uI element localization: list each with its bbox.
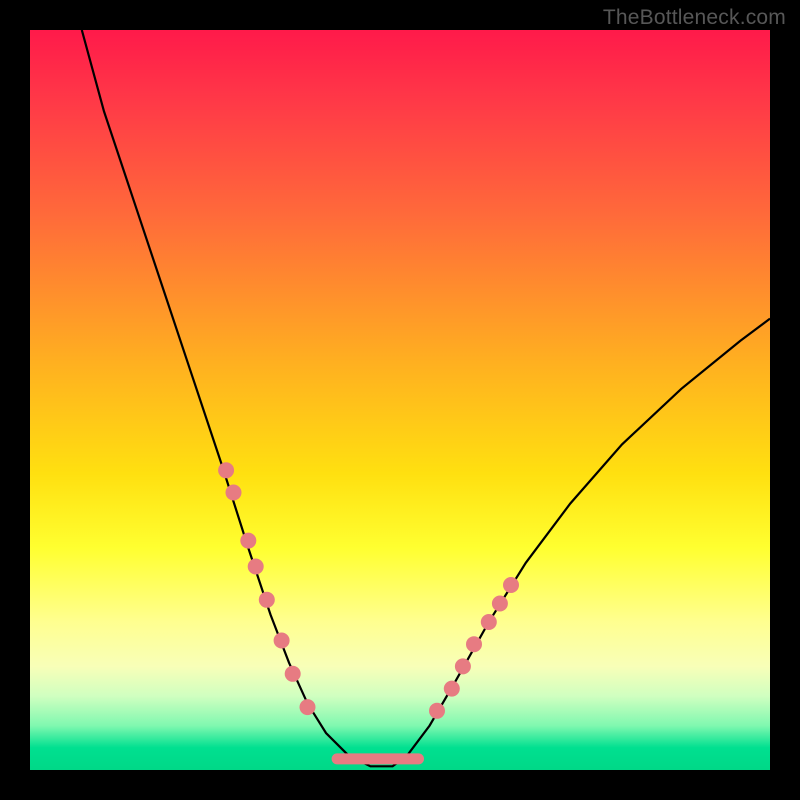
marker-dot [481,614,497,630]
marker-dot [218,462,234,478]
marker-dot [300,699,316,715]
marker-dot [248,559,264,575]
marker-dot [503,577,519,593]
marker-dot [226,485,242,501]
bottleneck-curve [82,30,770,766]
marker-dot [429,703,445,719]
marker-dot [466,636,482,652]
marker-dot [492,596,508,612]
marker-dot [274,633,290,649]
marker-dot [285,666,301,682]
marker-dot [240,533,256,549]
marker-dot [455,658,471,674]
marker-dot [259,592,275,608]
chart-svg [30,30,770,770]
chart-area [30,30,770,770]
watermark-text: TheBottleneck.com [603,6,786,30]
marker-dot [444,681,460,697]
